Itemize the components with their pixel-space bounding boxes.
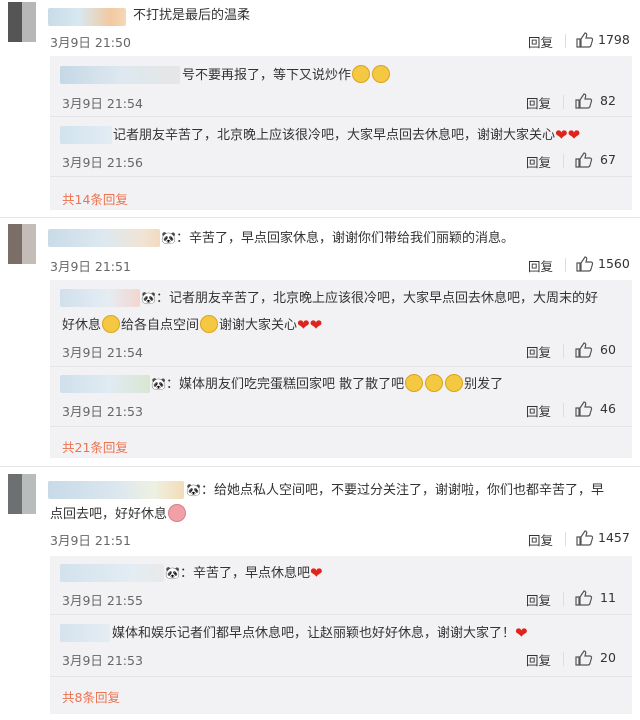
- like-count[interactable]: 46: [600, 401, 616, 416]
- panda-icon: 🐼: [165, 566, 180, 580]
- reply-text: 记者朋友辛苦了，北京晚上应该很冷吧，大家早点回去休息吧，谢谢大家关心❤❤: [113, 126, 581, 144]
- thumbs-up-icon[interactable]: [576, 32, 594, 48]
- divider: [565, 34, 566, 48]
- more-replies-link[interactable]: 共21条回复: [62, 437, 128, 456]
- thumbs-up-icon[interactable]: [575, 152, 593, 168]
- divider: [0, 217, 640, 218]
- more-replies-link[interactable]: 共8条回复: [62, 687, 120, 706]
- thumbs-up-icon[interactable]: [575, 590, 593, 606]
- like-count[interactable]: 1798: [598, 32, 630, 47]
- emoji-face-icon: [102, 315, 121, 333]
- red-heart-icon: ❤: [555, 126, 568, 144]
- more-replies-link[interactable]: 共14条回复: [62, 189, 128, 208]
- emoji-face-icon: [445, 374, 464, 392]
- divider: [50, 116, 632, 117]
- red-heart-icon: ❤: [309, 316, 323, 334]
- divider: [50, 614, 632, 615]
- panda-icon: 🐼: [141, 291, 156, 305]
- divider: [563, 652, 564, 666]
- like-count[interactable]: 1457: [598, 530, 630, 545]
- reply-time: 3月9日 21:53: [62, 404, 143, 419]
- like-count[interactable]: 1560: [598, 256, 630, 271]
- reply-text: 🐼：记者朋友辛苦了，北京晚上应该很冷吧，大家早点回去休息吧，大周末的好: [141, 288, 598, 309]
- like-count[interactable]: 11: [600, 590, 616, 605]
- username-blurred[interactable]: [60, 126, 112, 144]
- avatar[interactable]: [8, 224, 36, 264]
- panda-icon: 🐼: [186, 483, 201, 497]
- reply-button[interactable]: 回复: [526, 650, 551, 669]
- comment-text: 🐼：辛苦了，早点回家休息，谢谢你们带给我们丽颖的消息。: [161, 228, 514, 249]
- thumbs-up-icon[interactable]: [575, 342, 593, 358]
- username-blurred[interactable]: [48, 229, 160, 247]
- reply-time: 3月9日 21:56: [62, 155, 143, 170]
- divider: [563, 592, 564, 606]
- divider: [50, 676, 632, 677]
- comment-time: 3月9日 21:51: [50, 259, 131, 274]
- comment-text: 不打扰是最后的温柔: [133, 8, 251, 23]
- reply-button[interactable]: 回复: [528, 256, 553, 275]
- reply-time: 3月9日 21:53: [62, 653, 143, 668]
- red-heart-icon: ❤: [515, 624, 528, 642]
- reply-button[interactable]: 回复: [528, 32, 553, 51]
- like-count[interactable]: 60: [600, 342, 616, 357]
- divider: [50, 426, 632, 427]
- reply-button[interactable]: 回复: [526, 590, 551, 609]
- red-heart-icon: ❤: [297, 316, 310, 334]
- username-blurred[interactable]: [60, 66, 180, 84]
- thumbs-up-icon[interactable]: [575, 650, 593, 666]
- reply-button[interactable]: 回复: [526, 342, 551, 361]
- divider: [565, 532, 566, 546]
- emoji-face-icon: [405, 374, 424, 392]
- thumbs-up-icon[interactable]: [575, 93, 593, 109]
- emoji-face-icon: [168, 504, 187, 522]
- divider: [563, 95, 564, 109]
- username-blurred[interactable]: [60, 564, 164, 582]
- username-blurred[interactable]: [48, 8, 126, 26]
- like-count[interactable]: 20: [600, 650, 616, 665]
- emoji-face-icon: [200, 315, 219, 333]
- reply-time: 3月9日 21:54: [62, 345, 143, 360]
- avatar[interactable]: [8, 2, 36, 42]
- panda-icon: 🐼: [161, 231, 176, 245]
- divider: [0, 466, 640, 467]
- red-heart-icon: ❤: [567, 126, 581, 144]
- like-count[interactable]: 67: [600, 152, 616, 167]
- reply-text: 🐼：媒体朋友们吃完蛋糕回家吧 散了散了吧 别发了: [151, 374, 503, 395]
- reply-time: 3月9日 21:55: [62, 593, 143, 608]
- reply-text-cont: 好休息 给各自点空间 谢谢大家关心❤❤: [62, 315, 323, 334]
- reply-button[interactable]: 回复: [526, 152, 551, 171]
- divider: [563, 344, 564, 358]
- divider: [563, 154, 564, 168]
- reply-text: 🐼：辛苦了，早点休息吧❤: [165, 564, 323, 582]
- emoji-face-icon: [352, 65, 371, 83]
- reply-time: 3月9日 21:54: [62, 96, 143, 111]
- comment-text-cont: 点回去吧，好好休息: [50, 504, 187, 525]
- username-blurred[interactable]: [60, 289, 140, 307]
- thumbs-up-icon[interactable]: [576, 530, 594, 546]
- reply-button[interactable]: 回复: [526, 401, 551, 420]
- like-count[interactable]: 82: [600, 93, 616, 108]
- thumbs-up-icon[interactable]: [576, 256, 594, 272]
- thumbs-up-icon[interactable]: [575, 401, 593, 417]
- username-blurred[interactable]: [48, 481, 184, 499]
- comment-time: 3月9日 21:50: [50, 35, 131, 50]
- divider: [565, 258, 566, 272]
- comment-text: 🐼：给她点私人空间吧，不要过分关注了，谢谢啦，你们也都辛苦了，早: [186, 480, 604, 501]
- panda-icon: 🐼: [151, 377, 166, 391]
- username-blurred[interactable]: [60, 624, 110, 642]
- reply-text: 号不要再报了，等下又说炒作: [182, 65, 391, 86]
- reply-button[interactable]: 回复: [528, 530, 553, 549]
- comment-time: 3月9日 21:51: [50, 533, 131, 548]
- red-heart-icon: ❤: [309, 564, 323, 582]
- emoji-face-icon: [425, 374, 444, 392]
- username-blurred[interactable]: [60, 375, 150, 393]
- avatar[interactable]: [8, 474, 36, 514]
- reply-button[interactable]: 回复: [526, 93, 551, 112]
- emoji-face-icon: [372, 65, 391, 83]
- reply-text: 媒体和娱乐记者们都早点休息吧，让赵丽颖也好好休息，谢谢大家了！❤: [112, 624, 528, 642]
- divider: [50, 366, 632, 367]
- divider: [563, 403, 564, 417]
- divider: [50, 176, 632, 177]
